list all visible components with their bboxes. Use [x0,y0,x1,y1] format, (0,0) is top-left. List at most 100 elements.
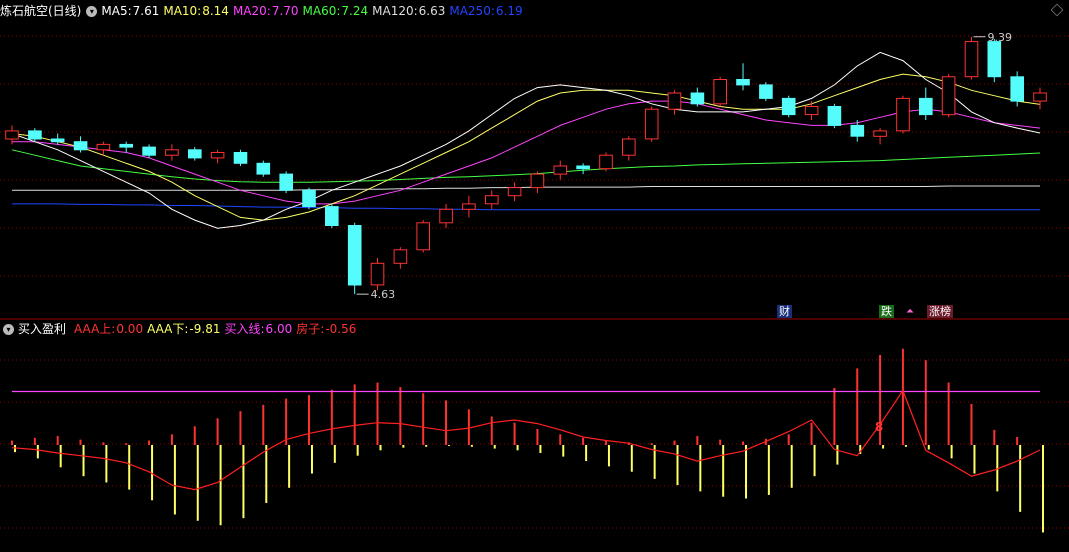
candle-body [325,206,339,227]
candle [210,149,225,164]
candle-body [1010,76,1025,102]
ma120-value: 6.63 [418,4,446,18]
candle [713,76,728,107]
candle-body [302,189,316,208]
candle-body [736,79,750,86]
candle-body [804,106,819,116]
ma60-value: 7.24 [341,4,369,18]
drop-marker[interactable]: 跌 [879,305,894,318]
main-legend: 炼石航空(日线) ▾ MA5:7.61 MA10:8.14 MA20:7.70 MA60:… [0,2,527,20]
aaa-up-label: AAA上: [74,322,116,336]
candle [165,144,179,161]
candle-body [50,138,65,143]
candle [1010,71,1025,107]
candle [964,36,979,80]
ma20-label: MA20: [232,4,271,18]
candle [119,141,134,153]
ma120-label: MA120: [372,4,418,18]
candle [393,247,408,269]
house-label: 房子: [296,322,325,336]
candle-body [142,146,156,156]
buy-signal-label: 8 [875,420,883,434]
candle-body [233,152,248,164]
candle-body [256,162,271,175]
candle-body [347,225,362,286]
candle-body [964,41,979,78]
candle [644,106,659,142]
candle-body [1033,92,1047,102]
candle [279,171,293,194]
candle-body [370,262,385,286]
candle-body [576,165,590,170]
candle [256,160,271,177]
ma60-label: MA60: [302,4,341,18]
candle [736,63,750,91]
candle [485,190,499,210]
candle [507,182,522,202]
line-ma120 [12,185,1040,191]
buy-line-value: 6.00 [265,322,293,336]
ma5-value: 7.61 [132,4,160,18]
finance-marker[interactable]: 财 [777,305,792,318]
candle-body [622,138,636,156]
house-line [11,389,1041,491]
high-price-label: 9.39 [987,31,1012,44]
line-ma10 [11,73,1041,221]
candle-body [941,76,956,116]
candle [142,144,156,158]
candle-body [28,130,42,140]
candle-body [96,143,111,151]
indicator-settings-icon[interactable]: ▾ [3,324,14,335]
main-chart-title: 炼石航空(日线) [0,4,82,18]
candle [553,160,568,180]
candle-body [850,124,865,137]
candle-body [210,152,225,159]
ma250-value: 6.19 [495,4,523,18]
candle-body [73,141,88,151]
up-arrow-icon[interactable]: ⏶ [906,307,914,317]
candle-body [279,173,293,191]
candle [416,220,430,253]
candle-body [667,92,682,110]
candle [325,203,339,229]
ma10-value: 8.14 [202,4,229,18]
candle [233,149,248,166]
candle-body [5,130,19,140]
candle [781,95,796,118]
aaa-down-value: -9.81 [189,322,221,336]
low-price-label: 4.63 [371,288,396,301]
limit-up-list-marker[interactable]: 涨榜 [927,305,953,318]
candle [462,195,476,218]
candle-body [416,222,430,251]
candle [987,38,1002,83]
candle-body [919,97,933,116]
candle-body [896,97,910,132]
candle-body [713,79,728,105]
candle [941,74,956,118]
candle-body [165,149,179,156]
house-value: -0.56 [325,322,357,336]
candle [530,171,545,194]
stock-chart-canvas[interactable]: 9.39 4.63 8 [0,0,1069,552]
candle [896,95,910,134]
candle-body [485,195,499,205]
candle-body [188,149,202,159]
candle [1033,87,1047,110]
sub-chart-title: 买入盈利 [18,322,67,336]
aaa-up-value: 0.00 [116,322,144,336]
candle-body [827,106,842,126]
sub-legend: ▾ 买入盈利 AAA上:0.00 AAA下:-9.81 买入线:6.00 房子:-0.56 [0,320,360,338]
candle-body [781,97,796,116]
ma250-label: MA250: [449,4,495,18]
candle [919,87,933,121]
candle [827,103,842,129]
candle-body [759,84,773,99]
candle [804,101,819,121]
line-ma5 [11,51,1041,229]
ma-settings-icon[interactable]: ▾ [86,6,98,17]
candle [576,163,590,175]
candle-body [530,173,545,189]
candle-body [644,108,659,140]
candle-body [439,208,453,224]
candle [73,136,88,153]
